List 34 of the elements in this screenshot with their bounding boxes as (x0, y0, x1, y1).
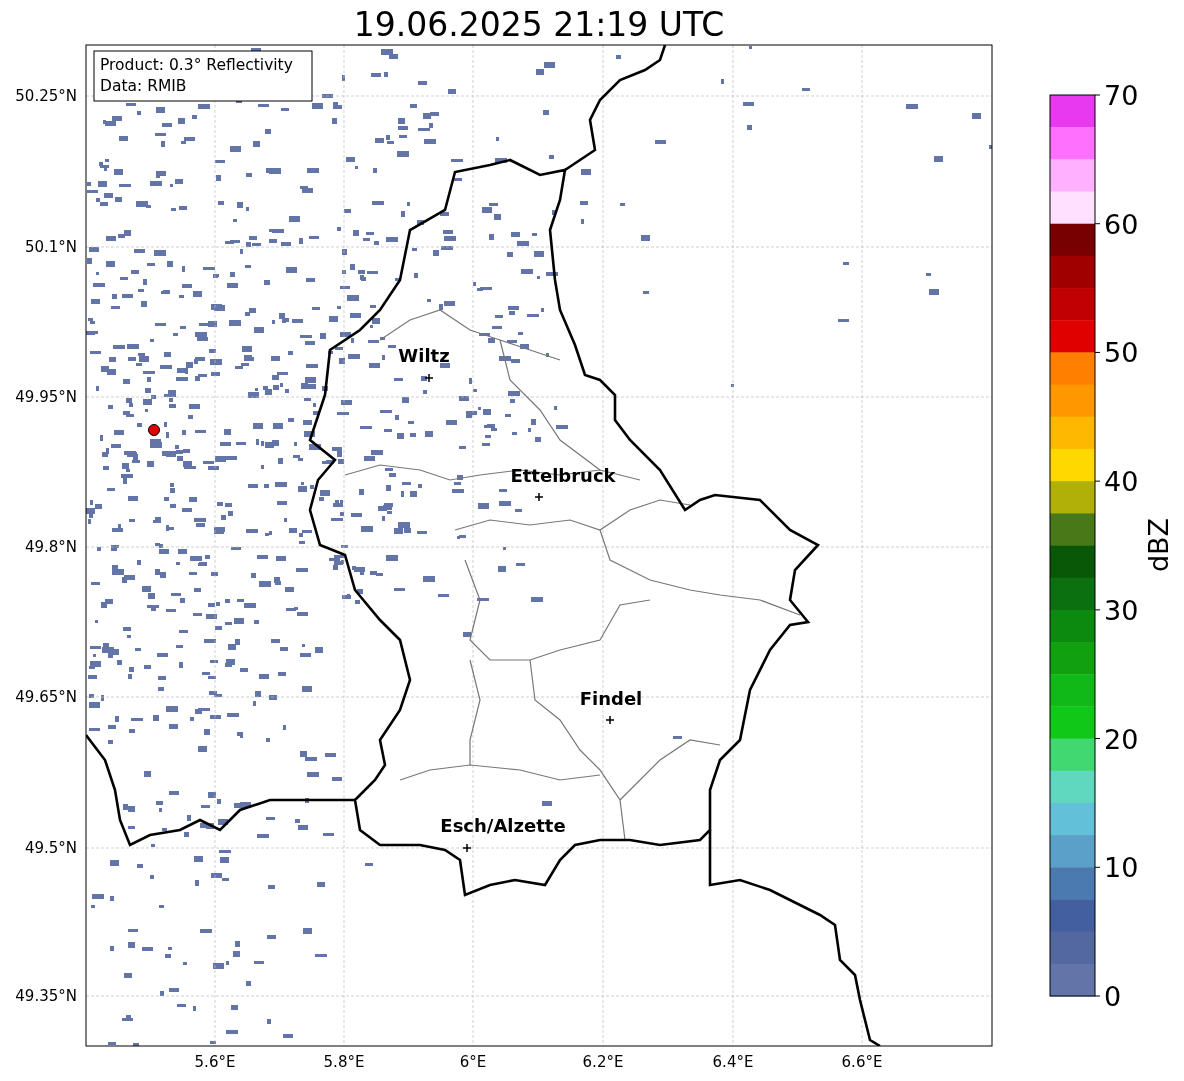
x-tick-label: 6.6°E (841, 1053, 883, 1071)
y-tick-label: 50.25°N (15, 87, 77, 105)
y-tick-label: 49.8°N (24, 538, 77, 556)
city-marker (462, 843, 472, 853)
colorbar-tick-label: 50 (1104, 337, 1139, 369)
city-label: Wiltz (398, 345, 450, 366)
city-label: Esch/Alzette (440, 815, 566, 836)
colorbar-tick-label: 0 (1104, 981, 1122, 1012)
x-tick-label: 5.8°E (323, 1053, 365, 1071)
colorbar-tick-label: 60 (1104, 208, 1139, 240)
chart-title: 19.06.2025 21:19 UTC (353, 5, 725, 44)
city-label: Ettelbruck (510, 465, 616, 486)
colorbar-tick-label: 40 (1104, 466, 1139, 498)
colorbar-label: dBZ (1143, 517, 1174, 573)
y-tick-label: 49.5°N (24, 839, 77, 857)
city-marker (534, 492, 544, 502)
x-tick-label: 6°E (459, 1053, 487, 1071)
city-marker (605, 715, 615, 725)
info-text: Product: 0.3° Reflectivity (100, 56, 293, 74)
city-marker (424, 373, 434, 383)
colorbar-tick-label: 10 (1104, 852, 1139, 884)
colorbar-tick-label: 30 (1104, 594, 1139, 626)
radar-site-marker (148, 424, 160, 436)
info-text: Data: RMIB (100, 77, 187, 95)
y-tick-label: 50.1°N (24, 238, 77, 256)
colorbar-tick-label: 70 (1104, 80, 1139, 111)
x-tick-label: 6.4°E (712, 1053, 754, 1071)
y-tick-label: 49.65°N (15, 688, 77, 706)
x-tick-label: 5.6°E (194, 1053, 236, 1071)
colorbar-tick-label: 20 (1104, 723, 1139, 755)
y-tick-label: 49.95°N (15, 388, 77, 406)
y-tick-label: 49.35°N (15, 987, 77, 1005)
x-tick-label: 6.2°E (582, 1053, 624, 1071)
city-label: Findel (579, 688, 643, 709)
